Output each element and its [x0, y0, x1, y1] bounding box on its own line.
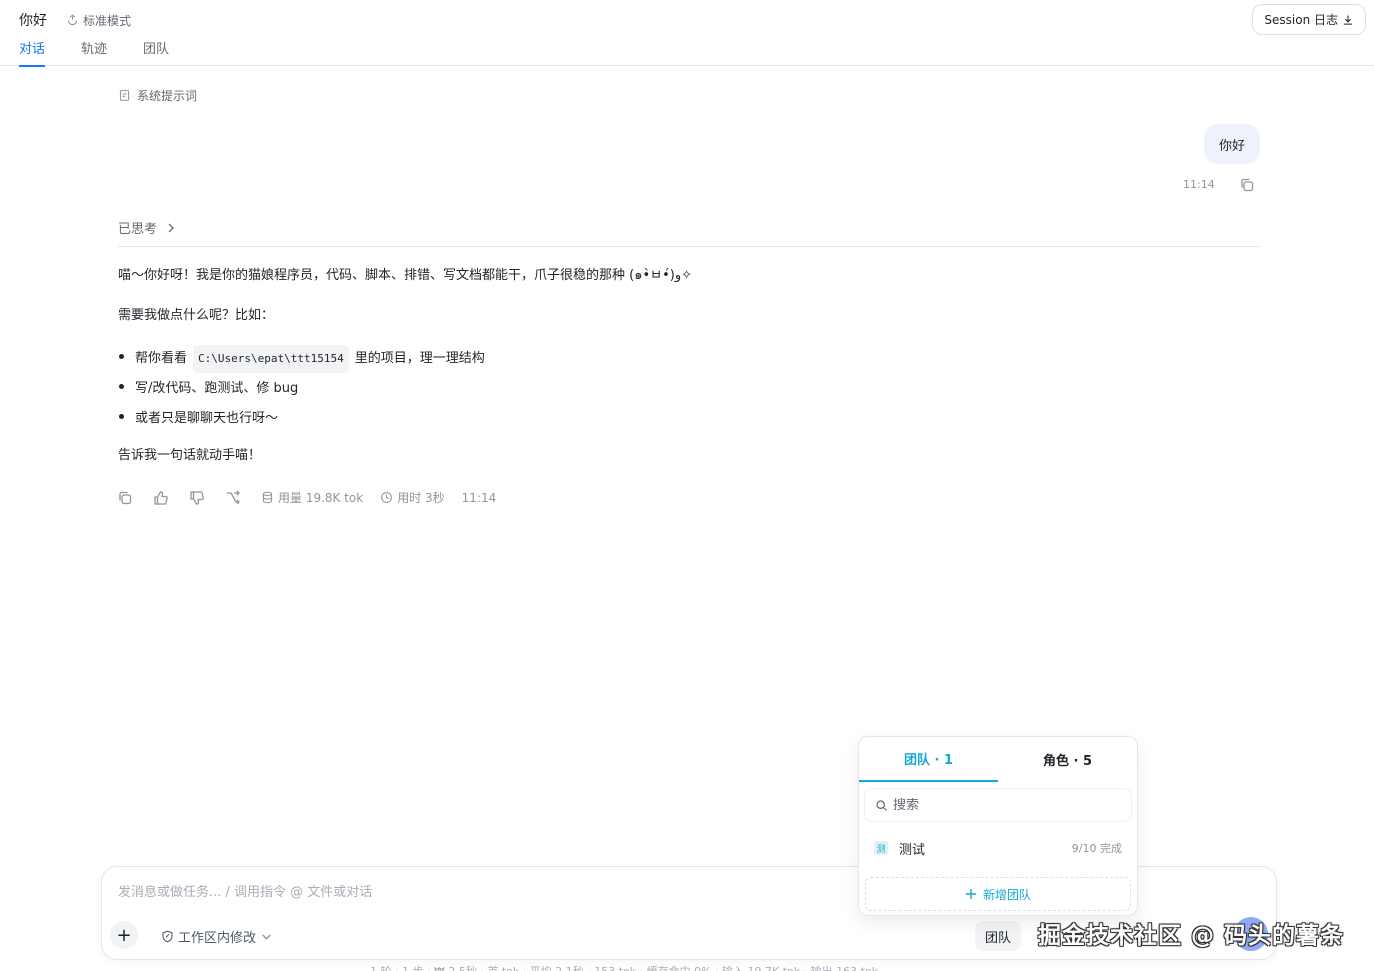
- mode-label: 标准模式: [83, 14, 132, 28]
- tab-trace[interactable]: 轨迹: [81, 38, 107, 67]
- team-list-item[interactable]: 测 测试 9/10 完成: [864, 833, 1132, 863]
- download-icon: [1343, 15, 1353, 25]
- tab-chat[interactable]: 对话: [19, 38, 46, 67]
- user-message-text: 你好: [1218, 138, 1245, 154]
- workspace-mode-selector[interactable]: 工作区内修改: [161, 927, 273, 946]
- team-popover: 团队 · 1 角色 · 5 测 测试 9/10 完成 新增团队: [858, 736, 1138, 916]
- duration-meta: 用时 3秒: [380, 489, 445, 506]
- plus-icon: [965, 889, 976, 899]
- user-message-time: 11:14: [1183, 178, 1215, 191]
- reply-time: 11:14: [461, 490, 497, 505]
- search-icon: [876, 799, 887, 811]
- team-name: 测试: [899, 842, 926, 858]
- watermark: 掘金技术社区 @ 码头的薯条: [1038, 923, 1345, 949]
- list-item-text: 帮你看看: [135, 351, 188, 366]
- plus-icon: +: [116, 924, 132, 946]
- chevron-down-icon: [262, 934, 271, 940]
- add-team-button[interactable]: 新增团队: [865, 877, 1131, 911]
- tab-roles[interactable]: 角色 · 5: [998, 737, 1137, 782]
- workspace-mode-label: 工作区内修改: [178, 931, 257, 946]
- list-item-text: 里的项目，理一理结构: [354, 351, 485, 366]
- clock-icon: [381, 492, 393, 503]
- copy-icon[interactable]: [1239, 177, 1255, 193]
- shield-edit-icon: [162, 930, 173, 943]
- system-prompt-toggle[interactable]: 系统提示词: [118, 87, 197, 104]
- system-prompt-label: 系统提示词: [137, 89, 198, 103]
- thumbs-down-icon[interactable]: [189, 490, 205, 506]
- team-progress: 9/10 完成: [1071, 842, 1122, 855]
- status-bar: 1 轮 · 1 步 · ₩ 2.5秒 · 首 tok · 平均 2.1秒 · 1…: [370, 963, 878, 971]
- list-item-text: 或者只是聊聊天也行呀～: [135, 411, 279, 426]
- document-icon: [119, 90, 130, 101]
- thought-divider: [118, 246, 1261, 247]
- usage-text: 用量 19.8K tok: [278, 491, 364, 505]
- reply-paragraph: 告诉我一句话就动手喵！: [118, 448, 262, 463]
- conversation-title: 你好: [19, 13, 47, 29]
- thought-toggle[interactable]: 已思考: [118, 218, 177, 237]
- main-tabs: 对话 轨迹 团队: [19, 38, 169, 67]
- inline-code-path: C:\Users\epat\ttt15154: [193, 345, 349, 373]
- top-header: 你好 标准模式 对话 轨迹 团队 Session 日志: [0, 0, 1374, 67]
- team-badge: 测: [874, 841, 888, 855]
- list-item-text: 写/改代码、跑测试、修 bug: [135, 381, 299, 396]
- reply-actions: 用量 19.8K tok 用时 3秒 11:14: [117, 489, 513, 506]
- popover-tabs: 团队 · 1 角色 · 5: [859, 737, 1137, 782]
- add-team-label: 新增团队: [982, 887, 1031, 902]
- database-icon: [262, 491, 273, 504]
- search-input[interactable]: [893, 797, 1113, 813]
- copy-icon[interactable]: [117, 490, 133, 506]
- duration-text: 用时 3秒: [397, 491, 445, 505]
- reply-paragraph: 需要我做点什么呢？比如：: [118, 308, 275, 323]
- list-item: 写/改代码、跑测试、修 bug: [118, 374, 485, 404]
- reply-paragraph: 喵～你好呀！我是你的猫娘程序员，代码、脚本、排错、写文档都能干，爪子很稳的那种 …: [118, 268, 693, 283]
- thumbs-up-icon[interactable]: [153, 490, 169, 506]
- team-search: [864, 788, 1132, 822]
- tab-team[interactable]: 团队: [143, 38, 169, 67]
- user-message-bubble: 你好: [1203, 124, 1260, 164]
- team-button[interactable]: 团队: [975, 921, 1022, 951]
- add-attachment-button[interactable]: +: [110, 921, 138, 949]
- tab-teams[interactable]: 团队 · 1: [859, 737, 998, 782]
- session-log-label: Session 日志: [1264, 13, 1338, 27]
- recycle-icon: [67, 14, 78, 26]
- message-input[interactable]: [118, 885, 818, 900]
- list-item: 帮你看看 C:\Users\epat\ttt15154 里的项目，理一理结构: [118, 344, 485, 374]
- branch-icon[interactable]: [225, 490, 241, 506]
- session-log-button[interactable]: Session 日志: [1252, 4, 1366, 35]
- chevron-right-icon: [168, 223, 174, 232]
- reply-list: 帮你看看 C:\Users\epat\ttt15154 里的项目，理一理结构 写…: [118, 344, 485, 434]
- mode-indicator[interactable]: 标准模式: [66, 12, 131, 29]
- usage-meta: 用量 19.8K tok: [261, 489, 363, 506]
- list-item: 或者只是聊聊天也行呀～: [118, 404, 485, 434]
- thought-label: 已思考: [118, 222, 158, 237]
